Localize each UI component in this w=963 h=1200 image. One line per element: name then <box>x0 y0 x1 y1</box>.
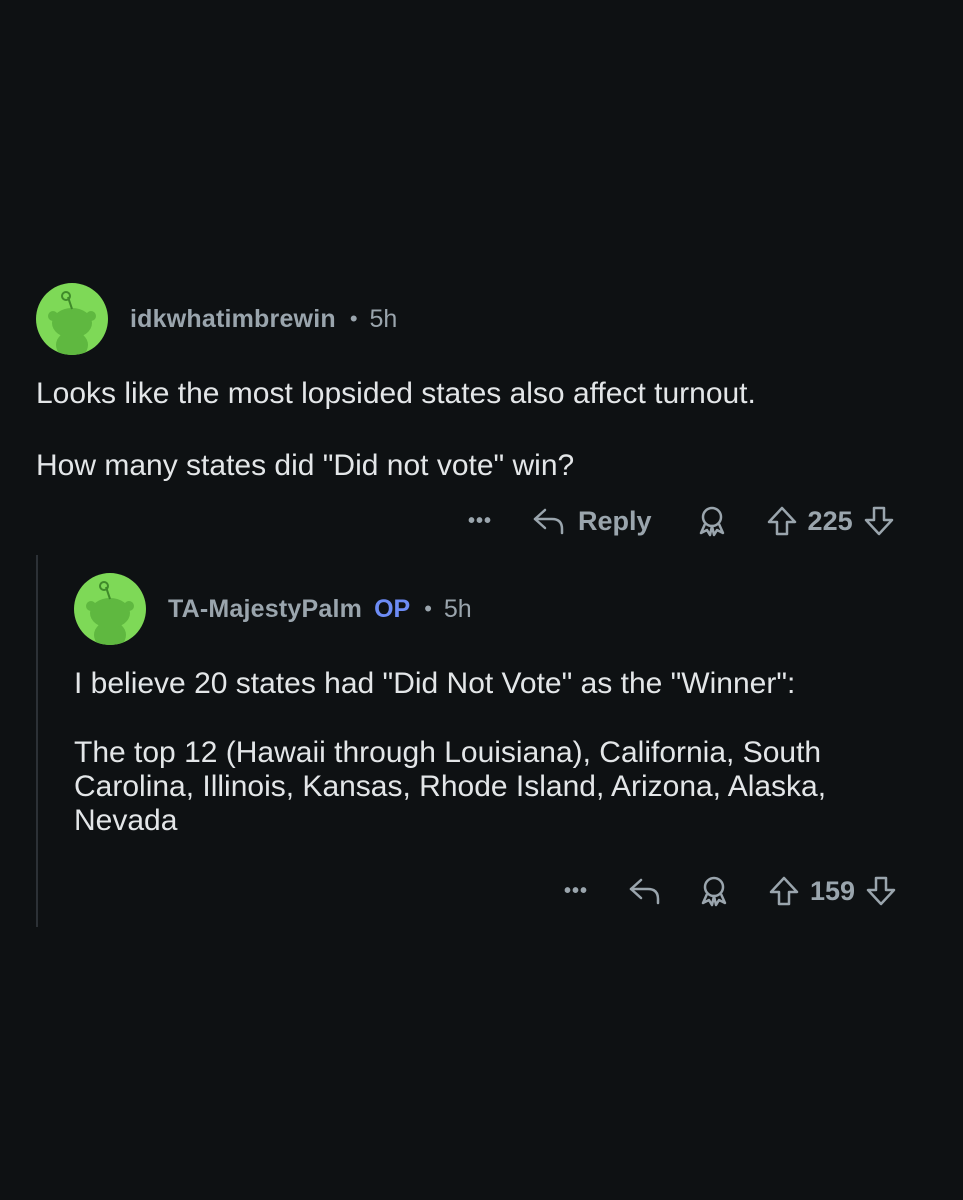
username[interactable]: idkwhatimbrewin <box>130 305 336 334</box>
vote-score: 225 <box>807 505 853 536</box>
snoo-avatar-icon <box>86 581 134 645</box>
comment-paragraph: The top 12 (Hawaii through Louisiana), C… <box>74 736 827 837</box>
more-options-button[interactable]: ••• <box>468 510 492 533</box>
comment-2-actions: ••• 159 <box>564 871 897 911</box>
reply-button[interactable]: Reply <box>532 506 652 537</box>
avatar[interactable] <box>36 283 108 355</box>
comment-body: I believe 20 states had "Did Not Vote" a… <box>74 666 936 838</box>
op-badge: OP <box>374 594 411 623</box>
avatar[interactable] <box>74 573 146 645</box>
upvote-icon[interactable] <box>768 875 800 907</box>
vote-control: 159 <box>768 875 897 907</box>
snoo-avatar-icon <box>48 291 96 355</box>
comment-1: idkwhatimbrewin • 5h Looks like the most… <box>36 283 936 484</box>
username[interactable]: TA-MajestyPalm <box>168 595 362 624</box>
comment-body: Looks like the most lopsided states also… <box>36 376 936 484</box>
comment-1-actions: ••• Reply 225 <box>468 501 895 541</box>
vote-score: 159 <box>810 875 856 906</box>
timestamp: 5h <box>369 304 398 333</box>
comment-paragraph: I believe 20 states had "Did Not Vote" a… <box>74 667 796 700</box>
separator-dot: • <box>349 306 358 331</box>
award-button[interactable] <box>698 875 730 907</box>
comment-header: idkwhatimbrewin • 5h <box>36 283 936 355</box>
vote-control: 225 <box>766 505 895 537</box>
reply-label: Reply <box>578 505 652 536</box>
comment-header: TA-MajestyPalm OP • 5h <box>74 573 936 645</box>
comment-paragraph: How many states did "Did not vote" win? <box>36 449 575 482</box>
upvote-icon[interactable] <box>766 505 798 537</box>
thread-line[interactable] <box>36 555 38 927</box>
award-button[interactable] <box>696 505 728 537</box>
reply-icon <box>629 878 660 905</box>
reply-button[interactable] <box>628 876 662 906</box>
timestamp: 5h <box>443 594 472 623</box>
reply-icon <box>533 508 564 535</box>
separator-dot: • <box>424 596 432 621</box>
comment-paragraph: Looks like the most lopsided states also… <box>36 377 756 410</box>
award-icon <box>701 876 727 907</box>
downvote-icon[interactable] <box>865 875 897 907</box>
award-icon <box>699 506 724 537</box>
comment-2: TA-MajestyPalm OP • 5h I believe 20 stat… <box>74 573 936 838</box>
downvote-icon[interactable] <box>863 505 895 537</box>
more-options-button[interactable]: ••• <box>564 880 588 903</box>
